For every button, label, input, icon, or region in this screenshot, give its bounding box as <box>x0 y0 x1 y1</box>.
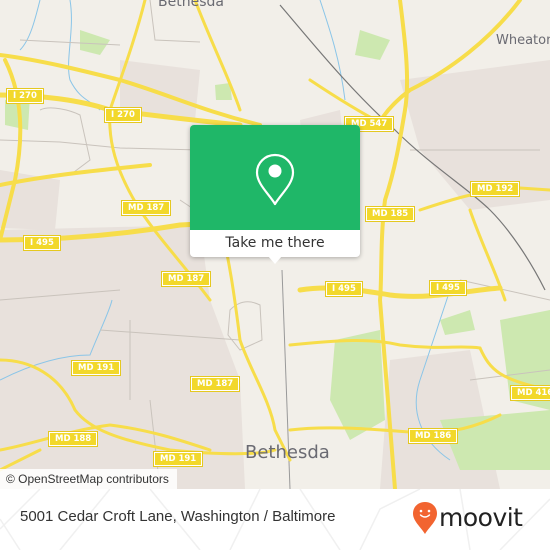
road-shield-i495: I 495 <box>429 280 467 296</box>
popup-header <box>190 125 360 230</box>
road-shield-md187: MD 187 <box>120 200 172 216</box>
take-me-there-button[interactable]: Take me there <box>190 230 360 257</box>
road-shield-i495: I 495 <box>23 235 61 251</box>
footer: 5001 Cedar Croft Lane, Washington / Balt… <box>0 489 550 550</box>
road-shield-md416: MD 416 <box>509 385 550 401</box>
place-label-bethesda-north: Bethesda <box>158 0 224 10</box>
location-popup: Take me there <box>190 125 360 264</box>
road-shield-i270: I 270 <box>6 88 44 104</box>
road-shield-md188: MD 188 <box>47 431 99 447</box>
map-attribution[interactable]: © OpenStreetMap contributors <box>0 469 177 489</box>
road-shield-md187: MD 187 <box>189 376 241 392</box>
road-shield-md186: MD 186 <box>407 428 459 444</box>
moovit-pin-icon <box>413 502 437 534</box>
road-shield-i270: I 270 <box>104 107 142 123</box>
place-label-wheaton: Wheaton <box>496 33 550 48</box>
map[interactable]: Bethesda Wheaton Bethesda I 270 I 270 MD… <box>0 0 550 489</box>
road-shield-md191: MD 191 <box>70 360 122 376</box>
road-shield-md187: MD 187 <box>160 271 212 287</box>
road-shield-i495: I 495 <box>325 281 363 297</box>
road-shield-md192: MD 192 <box>469 181 521 197</box>
place-label-bethesda: Bethesda <box>245 442 330 463</box>
road-shield-md185: MD 185 <box>364 206 416 222</box>
moovit-wordmark: moovit <box>439 503 523 532</box>
road-shield-md191: MD 191 <box>152 451 204 467</box>
popup-pointer <box>268 256 282 264</box>
map-pin-icon <box>255 153 295 206</box>
address-text: 5001 Cedar Croft Lane, Washington / Balt… <box>20 508 336 525</box>
